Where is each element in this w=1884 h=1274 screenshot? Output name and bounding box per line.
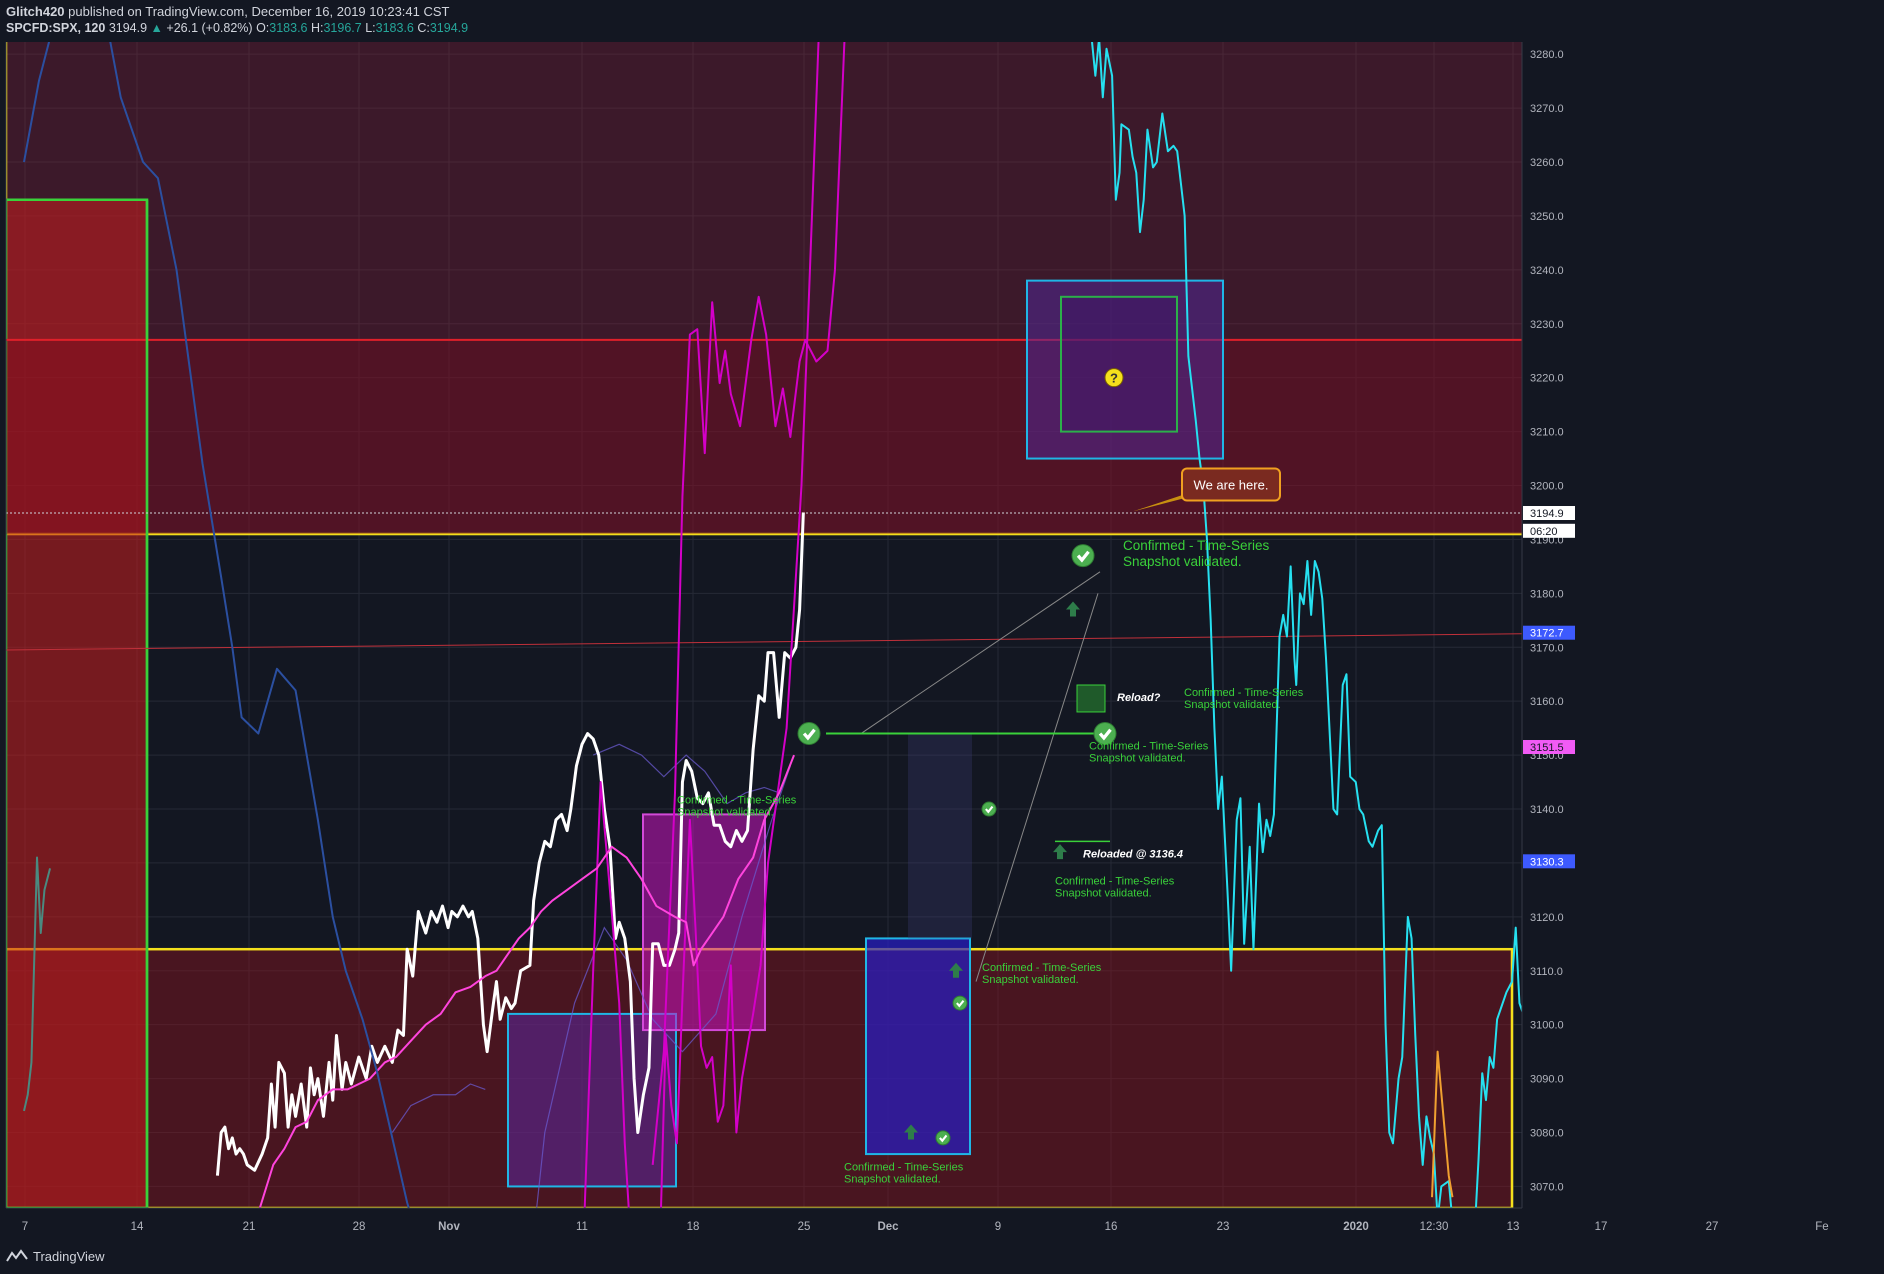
low-label: L:: [365, 21, 376, 35]
checkmark-icon: [952, 995, 968, 1011]
time-axis-label: 23: [1217, 1221, 1230, 1233]
time-axis-label: 14: [131, 1221, 144, 1233]
annotation-reload: Reloaded @ 3136.4: [1083, 849, 1183, 861]
symbol-label[interactable]: SPCFD:SPX, 120: [6, 21, 105, 35]
price-axis-marker-label: 3130.3: [1530, 856, 1564, 868]
time-axis-label: 21: [243, 1221, 256, 1233]
up-arrow-icon: ▲: [150, 21, 163, 35]
checkmark-icon: [981, 801, 997, 817]
price-axis-label: 3230.0: [1530, 319, 1564, 331]
price-axis-label: 3180.0: [1530, 588, 1564, 600]
price-axis-label: 3070.0: [1530, 1181, 1564, 1193]
author-name[interactable]: Glitch420: [6, 4, 65, 19]
reload-marker-box: [1076, 684, 1106, 713]
time-axis-label: 11: [576, 1221, 588, 1233]
annotation-confirmed-line2: Snapshot validated.: [844, 1173, 941, 1185]
annotation-reload: Reload?: [1117, 692, 1161, 704]
annotation-confirmed: Confirmed - Time-Series: [844, 1161, 964, 1173]
highlight-box-magenta: [642, 813, 766, 1032]
price-axis-marker-label: 3194.9: [1530, 508, 1564, 520]
checkmark-icon: [1071, 544, 1095, 568]
annotation-confirmed: Confirmed - Time-Series: [1055, 875, 1175, 887]
brand-name[interactable]: TradingView: [33, 1249, 105, 1264]
time-axis-label: Nov: [438, 1221, 460, 1233]
time-axis-label: 18: [687, 1221, 700, 1233]
annotation-confirmed-line2: Snapshot validated.: [1123, 554, 1242, 569]
close-label: C:: [417, 21, 430, 35]
price-axis-label: 3140.0: [1530, 804, 1564, 816]
time-axis-label: 9: [995, 1221, 1001, 1233]
price-axis-label: 3250.0: [1530, 211, 1564, 223]
price-axis-label: 3200.0: [1530, 481, 1564, 493]
high-label: H:: [310, 21, 324, 35]
annotation-confirmed: Confirmed - Time-Series: [1089, 741, 1209, 753]
price-axis-label: 3240.0: [1530, 265, 1564, 277]
annotation-confirmed-line2: Snapshot validated.: [982, 974, 1079, 986]
price-zone-inner: [6, 339, 1522, 535]
time-axis-label: 12:30: [1420, 1221, 1449, 1233]
price-axis-marker-label: 3172.7: [1530, 628, 1564, 640]
time-axis-label: Dec: [877, 1221, 899, 1233]
published-text: published on TradingView.com, December 1…: [68, 4, 450, 19]
close-value: 3194.9: [429, 21, 469, 35]
publish-info: Glitch420 published on TradingView.com, …: [6, 4, 450, 19]
annotation-confirmed-line2: Snapshot validated.: [1055, 887, 1152, 899]
time-axis-label: 2020: [1343, 1221, 1369, 1233]
annotation-confirmed-line2: Snapshot validated.: [1089, 753, 1186, 765]
time-axis-label: 16: [1105, 1221, 1118, 1233]
tradingview-logo-icon[interactable]: [6, 1249, 28, 1263]
price-axis-marker-label: 06:20: [1530, 526, 1558, 538]
callout-text: We are here.: [1194, 478, 1269, 493]
open-value: 3183.6: [269, 21, 308, 35]
price-axis-label: 3280.0: [1530, 49, 1564, 61]
open-label: O:: [256, 21, 270, 35]
price-axis-label: 3110.0: [1530, 966, 1563, 978]
price-axis-label: 3160.0: [1530, 696, 1564, 708]
time-axis-label: 7: [22, 1221, 28, 1233]
annotation-confirmed-line2: Snapshot validated.: [677, 807, 774, 819]
price-axis-marker-label: 3151.5: [1530, 742, 1564, 754]
checkmark-icon: [797, 722, 821, 746]
annotation-confirmed: Confirmed - Time-Series: [1123, 538, 1270, 553]
time-axis-label: Fe: [1815, 1221, 1828, 1233]
last-price: 3194.9: [108, 21, 148, 35]
time-axis-label: 17: [1595, 1221, 1608, 1233]
price-change: +26.1 (+0.82%): [166, 21, 253, 35]
price-chart[interactable]: We are here.Confirmed - Time-SeriesSnaps…: [0, 0, 1884, 1274]
price-axis-label: 3090.0: [1530, 1074, 1564, 1086]
time-axis-label: 28: [353, 1221, 366, 1233]
annotation-confirmed: Confirmed - Time-Series: [982, 962, 1102, 974]
highlight-box-inner: [1060, 295, 1178, 433]
price-axis-label: 3270.0: [1530, 103, 1564, 115]
price-axis-label: 3080.0: [1530, 1128, 1564, 1140]
time-axis-label: 13: [1507, 1221, 1520, 1233]
price-axis-label: 3100.0: [1530, 1020, 1564, 1032]
ohlc-legend: SPCFD:SPX, 120 3194.9 ▲ +26.1 (+0.82%) O…: [6, 21, 468, 35]
annotation-confirmed: Confirmed - Time-Series: [677, 795, 797, 807]
low-value: 3183.6: [375, 21, 414, 35]
price-axis-label: 3170.0: [1530, 642, 1564, 654]
price-axis-label: 3220.0: [1530, 373, 1564, 385]
price-axis-label: 3260.0: [1530, 157, 1564, 169]
price-axis-label: 3210.0: [1530, 427, 1564, 439]
chart-footer: TradingView: [0, 1240, 1884, 1274]
high-value: 3196.7: [323, 21, 362, 35]
checkmark-icon: [935, 1130, 951, 1146]
annotation-confirmed-line2: Snapshot validated.: [1184, 699, 1281, 711]
question-mark-text: ?: [1110, 371, 1118, 386]
highlight-box-dim: [908, 733, 972, 939]
chart-header: Glitch420 published on TradingView.com, …: [0, 0, 1884, 42]
price-axis-label: 3120.0: [1530, 912, 1564, 924]
time-axis-label: 27: [1706, 1221, 1719, 1233]
annotation-confirmed: Confirmed - Time-Series: [1184, 687, 1304, 699]
time-axis-label: 25: [798, 1221, 811, 1233]
